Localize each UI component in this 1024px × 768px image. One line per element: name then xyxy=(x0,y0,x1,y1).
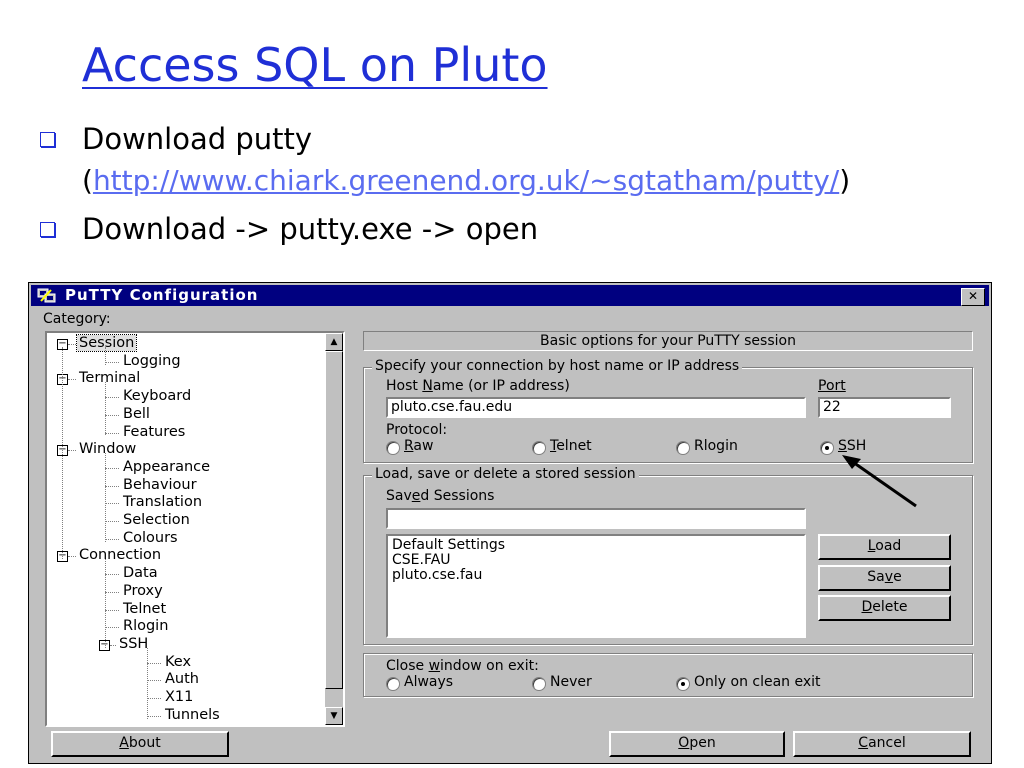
slide-title: Access SQL on Pluto xyxy=(82,38,548,92)
tree-item-label: Translation xyxy=(123,494,203,511)
protocol-telnet-radio[interactable] xyxy=(532,441,546,455)
tree-item-label: Terminal xyxy=(79,370,141,387)
protocol-telnet-label[interactable]: Telnet xyxy=(550,438,592,454)
bullet-text: Download -> putty.exe -> open xyxy=(82,212,539,246)
tree-item-label: Logging xyxy=(123,352,181,369)
scroll-up-button[interactable]: ▲ xyxy=(325,333,343,351)
session-item[interactable]: CSE.FAU xyxy=(392,553,800,568)
checkbox-bullet-icon xyxy=(40,132,55,147)
load-button[interactable]: Load xyxy=(818,534,951,560)
tree-item-label: Rlogin xyxy=(123,618,169,635)
protocol-rlogin-radio[interactable] xyxy=(676,441,690,455)
saved-sessions-list[interactable]: Default Settings CSE.FAU pluto.cse.fau xyxy=(386,534,806,638)
link-prefix: ( xyxy=(82,164,93,197)
title-bar: PuTTY Configuration ✕ xyxy=(31,285,989,306)
close-button[interactable]: ✕ xyxy=(961,288,985,306)
bullet-text: Download putty xyxy=(82,122,313,156)
tree-item-label: Features xyxy=(123,423,186,440)
tree-item-label: Behaviour xyxy=(123,476,197,493)
port-input[interactable]: 22 xyxy=(818,397,951,418)
saved-sessions-group-title: Load, save or delete a stored session xyxy=(372,466,639,482)
tree-item-label: Auth xyxy=(165,671,199,688)
close-never-radio[interactable] xyxy=(532,677,546,691)
scroll-down-button[interactable]: ▼ xyxy=(325,707,343,725)
tree-item-label: X11 xyxy=(165,689,194,705)
protocol-raw-label[interactable]: Raw xyxy=(404,438,433,454)
putty-configuration-window: PuTTY Configuration ✕ Category: ▲ ▼ − Ses… xyxy=(28,282,992,764)
save-button[interactable]: Save xyxy=(818,565,951,591)
close-clean-exit-label[interactable]: Only on clean exit xyxy=(694,674,821,690)
close-always-radio[interactable] xyxy=(386,677,400,691)
saved-sessions-label: Saved Sessions xyxy=(386,488,495,504)
host-name-input[interactable]: pluto.cse.fau.edu xyxy=(386,397,806,418)
scroll-thumb[interactable] xyxy=(325,351,343,689)
connection-group: Specify your connection by host name or … xyxy=(363,358,973,463)
tree-item-label: Connection xyxy=(79,547,162,564)
tree-item-label: Colours xyxy=(123,529,178,546)
port-label: Port xyxy=(818,378,846,394)
tree-item-label: Kex xyxy=(165,653,192,670)
close-always-label[interactable]: Always xyxy=(404,674,453,690)
protocol-rlogin-label[interactable]: Rlogin xyxy=(694,438,738,454)
close-window-group: Close window on exit: Always Never Only … xyxy=(363,653,973,697)
window-title: PuTTY Configuration xyxy=(65,286,259,304)
link-suffix: ) xyxy=(839,164,851,197)
tree-item-label: SSH xyxy=(119,635,149,652)
tree-item-label: Telnet xyxy=(123,600,167,617)
close-clean-exit-radio[interactable] xyxy=(676,677,690,691)
protocol-raw-radio[interactable] xyxy=(386,441,400,455)
putty-download-link[interactable]: http://www.chiark.greenend.org.uk/~sgtat… xyxy=(93,164,839,197)
connection-group-title: Specify your connection by host name or … xyxy=(372,358,743,374)
tree-item-label: Data xyxy=(123,565,158,582)
tree-scrollbar[interactable]: ▲ ▼ xyxy=(325,333,343,725)
tree-item-label: Proxy xyxy=(123,582,163,599)
protocol-label: Protocol: xyxy=(386,422,448,438)
protocol-ssh-label[interactable]: SSH xyxy=(838,438,866,454)
tree-item-label: Keyboard xyxy=(123,388,192,405)
putty-app-icon xyxy=(37,288,56,303)
tree-item-label: Selection xyxy=(123,512,190,528)
category-label: Category: xyxy=(43,311,111,327)
open-button[interactable]: Open xyxy=(609,731,785,757)
checkbox-bullet-icon xyxy=(40,222,55,237)
close-window-label: Close window on exit: xyxy=(386,658,539,674)
cancel-button[interactable]: Cancel xyxy=(793,731,971,757)
session-item[interactable]: pluto.cse.fau xyxy=(392,568,800,583)
tree-item-label: Session xyxy=(75,334,138,352)
saved-sessions-group: Load, save or delete a stored session Sa… xyxy=(363,466,973,645)
host-name-label: Host Name (or IP address) xyxy=(386,378,570,394)
tree-item-label: Tunnels xyxy=(165,706,220,723)
tree-item-label: Appearance xyxy=(123,458,211,475)
tree-item-label: Window xyxy=(79,441,137,458)
protocol-ssh-radio[interactable] xyxy=(820,441,834,455)
delete-button[interactable]: Delete xyxy=(818,595,951,621)
session-item[interactable]: Default Settings xyxy=(392,538,800,553)
panel-header: Basic options for your PuTTY session xyxy=(363,331,973,351)
saved-session-name-input[interactable] xyxy=(386,508,806,529)
tree-item-label: Bell xyxy=(123,405,150,422)
close-never-label[interactable]: Never xyxy=(550,674,592,690)
about-button[interactable]: About xyxy=(51,731,229,757)
category-tree[interactable]: ▲ ▼ − Session Logging − Terminal Keyboard Bell… xyxy=(45,331,345,727)
